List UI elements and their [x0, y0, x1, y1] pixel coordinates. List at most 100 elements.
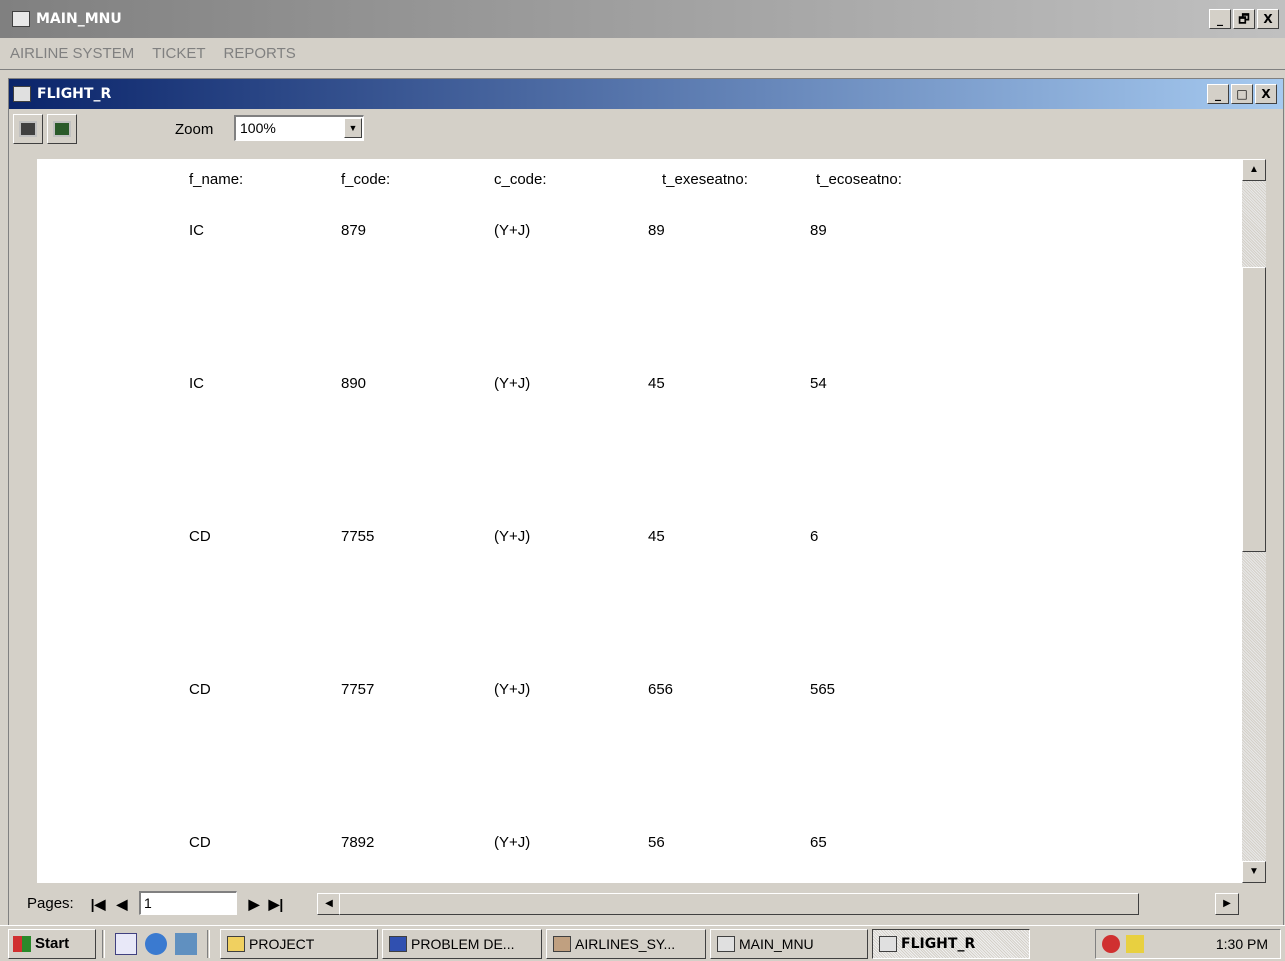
- page-navigation-bar: Pages: |◀ ◀ 1 ▶ ▶| ◀ ▶: [9, 887, 1285, 919]
- report-window-icon[interactable]: [13, 86, 31, 102]
- task-label: FLIGHT_R: [901, 935, 976, 952]
- cell-t-exeseatno: 656: [648, 681, 674, 698]
- zoom-label: Zoom: [175, 121, 214, 138]
- flight-report-window: FLIGHT_R _ □ X Zoom 100% ▼ f_name: f_cod…: [8, 78, 1284, 930]
- cell-f-code: 7757: [341, 681, 375, 698]
- cell-c-code: (Y+J): [494, 528, 531, 545]
- menu-ticket[interactable]: TICKET: [152, 45, 205, 62]
- word-document-icon: [389, 935, 407, 952]
- project-icon: [553, 935, 571, 952]
- task-main-mnu[interactable]: MAIN_MNU: [710, 928, 868, 959]
- main-minimize-button[interactable]: _: [1209, 9, 1231, 29]
- cell-t-exeseatno: 89: [648, 222, 665, 239]
- header-t-exeseatno: t_exeseatno:: [662, 171, 748, 188]
- cell-f-code: 7755: [341, 528, 375, 545]
- horizontal-scrollbar[interactable]: ◀ ▶: [317, 893, 1239, 915]
- cell-c-code: (Y+J): [494, 222, 531, 239]
- cell-c-code: (Y+J): [494, 681, 531, 698]
- cell-t-exeseatno: 45: [648, 375, 665, 392]
- cell-f-name: CD: [189, 681, 211, 698]
- network-icon[interactable]: [1102, 935, 1120, 953]
- child-close-button[interactable]: X: [1255, 84, 1277, 104]
- cell-f-name: IC: [189, 375, 204, 392]
- child-window-title: FLIGHT_R: [37, 86, 112, 102]
- cell-t-exeseatno: 56: [648, 834, 665, 851]
- app-window-icon: [717, 935, 735, 952]
- scroll-up-icon[interactable]: ▲: [1242, 159, 1266, 181]
- task-flight-r[interactable]: FLIGHT_R: [872, 928, 1030, 959]
- cell-t-ecoseatno: 565: [810, 681, 836, 698]
- printer-icon: [19, 121, 37, 137]
- next-page-icon[interactable]: ▶: [243, 893, 265, 915]
- menu-bar: AIRLINE SYSTEM TICKET REPORTS: [0, 38, 1285, 70]
- volume-icon[interactable]: [1126, 935, 1144, 953]
- menu-reports[interactable]: REPORTS: [224, 45, 296, 62]
- task-label: PROBLEM DE...: [411, 935, 515, 952]
- scroll-right-icon[interactable]: ▶: [1215, 893, 1239, 915]
- task-project[interactable]: PROJECT: [220, 928, 378, 959]
- vertical-scroll-thumb[interactable]: [1242, 267, 1266, 552]
- cell-t-exeseatno: 45: [648, 528, 665, 545]
- task-label: AIRLINES_SY...: [575, 935, 676, 952]
- cell-t-ecoseatno: 54: [810, 375, 827, 392]
- folder-icon: [227, 935, 245, 952]
- cell-t-ecoseatno: 6: [810, 528, 819, 545]
- main-window-title: MAIN_MNU: [36, 11, 122, 27]
- internet-explorer-icon[interactable]: [145, 932, 167, 955]
- child-window-titlebar[interactable]: FLIGHT_R _ □ X: [9, 79, 1283, 109]
- windows-logo-icon: [13, 935, 31, 952]
- system-tray: 1:30 PM: [1095, 929, 1281, 959]
- main-restore-button[interactable]: 🗗: [1233, 9, 1255, 29]
- child-maximize-button[interactable]: □: [1231, 84, 1253, 104]
- child-minimize-button[interactable]: _: [1207, 84, 1229, 104]
- main-window-titlebar[interactable]: MAIN_MNU _ 🗗 X: [0, 0, 1285, 38]
- cell-t-ecoseatno: 65: [810, 834, 827, 851]
- task-problem-de[interactable]: PROBLEM DE...: [382, 928, 542, 959]
- scroll-down-icon[interactable]: ▼: [1242, 861, 1266, 883]
- cell-c-code: (Y+J): [494, 834, 531, 851]
- last-page-icon[interactable]: ▶|: [265, 893, 287, 915]
- show-desktop-icon[interactable]: [115, 932, 137, 955]
- start-button[interactable]: Start: [8, 928, 96, 959]
- report-preview: f_name: f_code: c_code: t_exeseatno: t_e…: [37, 159, 1242, 883]
- task-label: MAIN_MNU: [739, 935, 814, 952]
- scroll-left-icon[interactable]: ◀: [317, 893, 341, 915]
- vertical-scrollbar[interactable]: ▲ ▼: [1242, 159, 1266, 883]
- header-t-ecoseatno: t_ecoseatno:: [816, 171, 902, 188]
- cell-c-code: (Y+J): [494, 375, 531, 392]
- horizontal-scroll-thumb[interactable]: [339, 893, 1139, 915]
- cell-f-name: CD: [189, 834, 211, 851]
- cell-f-code: 879: [341, 222, 367, 239]
- task-label: PROJECT: [249, 935, 315, 952]
- first-page-icon[interactable]: |◀: [87, 893, 109, 915]
- app-window-icon[interactable]: [12, 11, 30, 27]
- chevron-down-icon[interactable]: ▼: [344, 118, 362, 138]
- zoom-select[interactable]: 100% ▼: [234, 115, 364, 141]
- taskbar-separator: [207, 929, 210, 958]
- clock[interactable]: 1:30 PM: [1216, 936, 1268, 952]
- taskbar: Start PROJECT PROBLEM DE... AIRLINES_SY.…: [0, 925, 1285, 961]
- header-f-code: f_code:: [341, 171, 391, 188]
- header-f-name: f_name:: [189, 171, 244, 188]
- taskbar-separator: [102, 929, 105, 958]
- cell-f-name: IC: [189, 222, 204, 239]
- start-label: Start: [35, 935, 70, 952]
- menu-airline-system[interactable]: AIRLINE SYSTEM: [10, 45, 134, 62]
- pages-label: Pages:: [27, 895, 74, 912]
- main-close-button[interactable]: X: [1257, 9, 1279, 29]
- zoom-value: 100%: [240, 120, 276, 136]
- header-c-code: c_code:: [494, 171, 547, 188]
- export-icon: [53, 121, 71, 137]
- cell-f-code: 890: [341, 375, 367, 392]
- task-airlines-sy[interactable]: AIRLINES_SY...: [546, 928, 706, 959]
- report-window-icon: [879, 935, 897, 952]
- cell-f-name: CD: [189, 528, 211, 545]
- outlook-icon[interactable]: [175, 932, 197, 955]
- print-button[interactable]: [13, 114, 43, 144]
- report-toolbar: Zoom 100% ▼: [9, 109, 1283, 149]
- export-button[interactable]: [47, 114, 77, 144]
- cell-f-code: 7892: [341, 834, 375, 851]
- page-number-input[interactable]: 1: [139, 891, 237, 915]
- cell-t-ecoseatno: 89: [810, 222, 827, 239]
- previous-page-icon[interactable]: ◀: [111, 893, 133, 915]
